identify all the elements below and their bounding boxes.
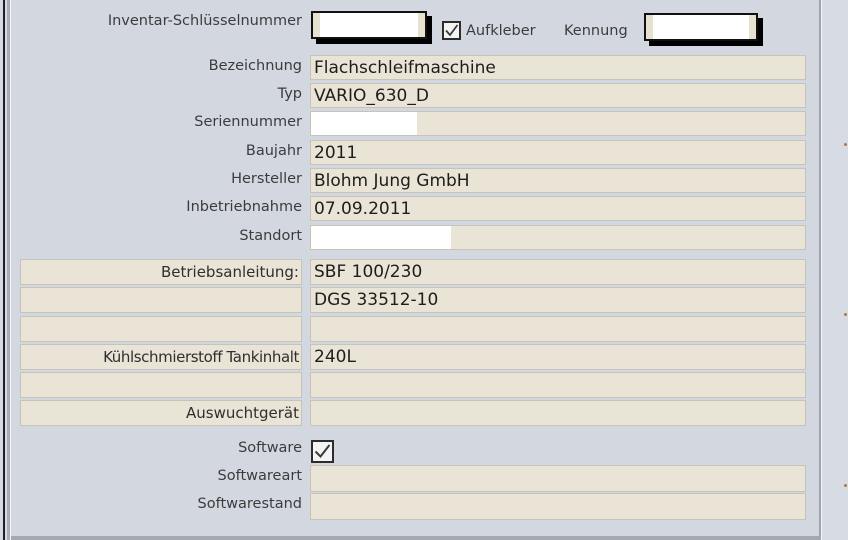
- grid-value[interactable]: SBF 100/230: [310, 259, 806, 285]
- grid-value[interactable]: [310, 372, 806, 398]
- field-seriennummer[interactable]: [310, 111, 806, 136]
- field-inbetriebnahme[interactable]: 07.09.2011: [310, 196, 806, 221]
- grid-label: [20, 287, 302, 313]
- field-baujahr[interactable]: 2011: [310, 140, 806, 165]
- input-edge: [313, 13, 320, 37]
- grid-value[interactable]: [310, 316, 806, 342]
- grid-label: [20, 372, 302, 398]
- software-label: Software: [238, 440, 302, 456]
- grid-label: [20, 316, 302, 342]
- software-version-field[interactable]: [310, 493, 806, 520]
- field-seriennummer-value: [311, 112, 417, 135]
- grid-value[interactable]: 240L: [310, 344, 806, 370]
- field-label-typ: Typ: [277, 86, 302, 102]
- right-pane: [821, 0, 848, 540]
- grid-label: Kühlschmierstoff Tankinhalt: [20, 344, 302, 370]
- marker-dot: [844, 143, 847, 146]
- field-label-baujahr: Baujahr: [245, 143, 302, 159]
- field-label-inbetriebnahme: Inbetriebnahme: [186, 199, 302, 215]
- field-standort[interactable]: [310, 225, 806, 250]
- field-bezeichnung[interactable]: Flachschleifmaschine: [310, 55, 806, 80]
- inventory-key-input[interactable]: [311, 11, 427, 39]
- field-typ[interactable]: VARIO_630_D: [310, 83, 806, 108]
- field-label-hersteller: Hersteller: [231, 171, 302, 187]
- grid-value[interactable]: [310, 400, 806, 426]
- inventory-key-label: Inventar-Schlüsselnummer: [107, 13, 302, 29]
- sticker-checkbox[interactable]: [442, 21, 461, 40]
- input-edge: [646, 15, 653, 39]
- identifier-label: Kennung: [564, 23, 628, 39]
- marker-dot: [844, 484, 847, 487]
- input-edge: [749, 15, 756, 39]
- field-standort-value: [311, 226, 451, 249]
- checkmark-icon: [445, 24, 459, 37]
- grid-value[interactable]: DGS 33512-10: [310, 287, 806, 313]
- marker-dot: [844, 313, 847, 316]
- grid-label: Auswuchtgerät: [20, 400, 302, 426]
- grid-label: Betriebsanleitung:: [20, 259, 302, 285]
- checkmark-icon: [314, 444, 331, 459]
- field-hersteller[interactable]: Blohm Jung GmbH: [310, 168, 806, 193]
- software-type-label: Softwareart: [217, 468, 302, 484]
- identifier-input[interactable]: [644, 13, 758, 41]
- form-bottom-border: [11, 536, 821, 540]
- field-label-bezeichnung: Bezeichnung: [208, 58, 302, 74]
- field-label-seriennummer: Seriennummer: [194, 114, 302, 130]
- sticker-label: Aufkleber: [466, 23, 536, 39]
- software-version-label: Softwarestand: [197, 496, 302, 512]
- window-border: [3, 0, 5, 540]
- software-type-field[interactable]: [310, 465, 806, 492]
- software-checkbox[interactable]: [311, 440, 334, 463]
- field-label-standort: Standort: [239, 228, 302, 244]
- input-edge: [418, 13, 425, 37]
